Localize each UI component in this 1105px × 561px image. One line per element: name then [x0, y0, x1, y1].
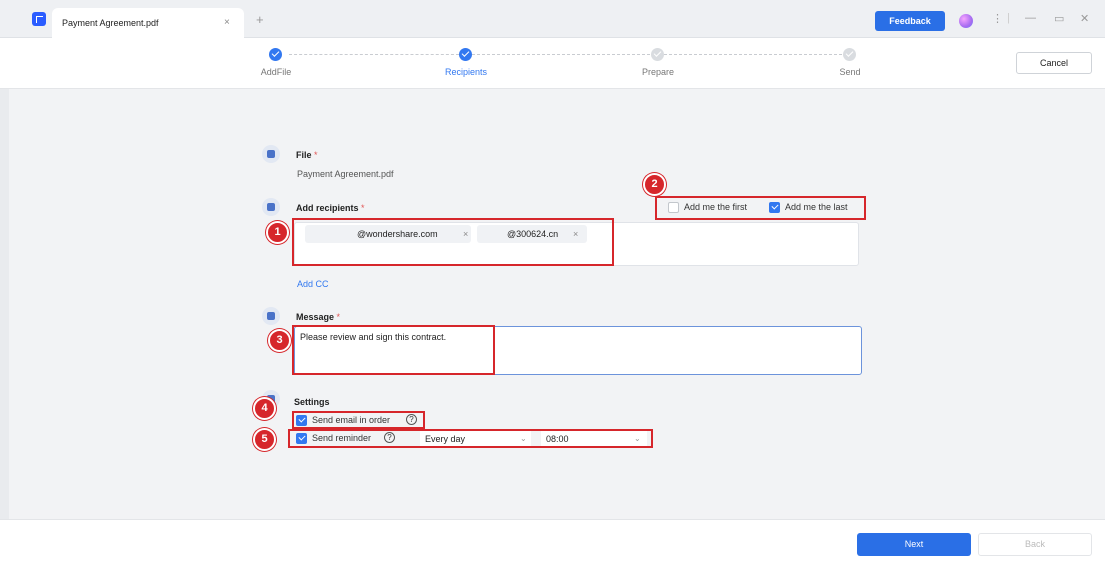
step-recipients[interactable]: Recipients	[426, 38, 506, 89]
annotation-badge-4: 4	[253, 397, 276, 420]
annotation-badge-2: 2	[643, 173, 666, 196]
annotation-badge-1: 1	[266, 221, 289, 244]
required-mark: *	[336, 312, 341, 322]
step-done-icon	[459, 48, 472, 61]
file-title-text: File	[296, 150, 312, 160]
step-label: Send	[839, 67, 861, 77]
close-window-icon[interactable]: ✕	[1080, 12, 1089, 25]
new-tab-icon[interactable]: +	[256, 12, 264, 27]
add-cc-link[interactable]: Add CC	[297, 279, 329, 289]
step-addfile[interactable]: AddFile	[236, 38, 316, 89]
step-pending-icon	[843, 48, 856, 61]
recipients-section-title: Add recipients *	[296, 203, 365, 213]
next-button[interactable]: Next	[857, 533, 971, 556]
maximize-icon[interactable]: ▭	[1054, 12, 1064, 25]
cancel-button[interactable]: Cancel	[1016, 52, 1092, 74]
titlebar-divider: |	[1007, 12, 1010, 24]
step-done-icon	[269, 48, 282, 61]
step-send[interactable]: Send	[810, 38, 890, 89]
annotation-box-4	[292, 411, 425, 429]
footer-bar: Next Back	[0, 519, 1105, 561]
app-logo-icon	[32, 12, 46, 26]
settings-section-title: Settings	[294, 397, 330, 407]
step-label: Recipients	[444, 67, 488, 77]
step-label: AddFile	[260, 67, 292, 77]
title-bar: Payment Agreement.pdf × + Feedback ⋮ | —…	[0, 0, 1105, 38]
document-tab[interactable]: Payment Agreement.pdf ×	[52, 8, 244, 38]
annotation-box-1	[292, 218, 614, 266]
step-label: Prepare	[641, 67, 675, 77]
step-pending-icon	[651, 48, 664, 61]
required-mark: *	[361, 203, 365, 213]
user-icon	[262, 198, 280, 216]
recipients-title-text: Add recipients	[296, 203, 359, 213]
left-edge	[0, 89, 9, 561]
annotation-badge-5: 5	[253, 428, 276, 451]
required-mark: *	[314, 150, 318, 160]
file-section-title: File *	[296, 150, 318, 160]
message-section-title: Message *	[296, 312, 340, 322]
main-panel	[0, 89, 1105, 519]
step-prepare[interactable]: Prepare	[618, 38, 698, 89]
more-menu-icon[interactable]: ⋮	[992, 12, 1003, 25]
minimize-icon[interactable]: —	[1025, 12, 1036, 24]
annotation-box-5	[288, 429, 653, 448]
annotation-box-3	[292, 325, 495, 375]
feedback-button[interactable]: Feedback	[875, 11, 945, 31]
steps-bar: AddFile Recipients Prepare Send Cancel	[0, 38, 1105, 89]
avatar[interactable]	[959, 14, 973, 28]
tab-close-icon[interactable]: ×	[224, 17, 230, 28]
tab-title: Payment Agreement.pdf	[62, 18, 159, 28]
folder-icon	[262, 145, 280, 163]
message-title-text: Message	[296, 312, 335, 322]
annotation-badge-3: 3	[268, 329, 291, 352]
mail-icon	[262, 307, 280, 325]
back-button[interactable]: Back	[978, 533, 1092, 556]
annotation-box-2	[655, 196, 866, 220]
file-name: Payment Agreement.pdf	[297, 169, 394, 179]
